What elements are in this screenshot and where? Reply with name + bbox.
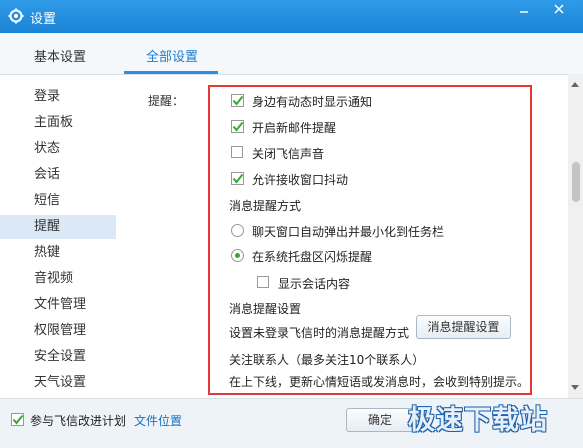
heading-notify-settings: 消息提醒设置 bbox=[229, 302, 302, 316]
checkbox-new-mail[interactable] bbox=[231, 120, 244, 133]
window-title: 设置 bbox=[30, 12, 57, 27]
label-new-mail: 开启新邮件提醒 bbox=[252, 121, 337, 135]
notify-settings-button[interactable]: 消息提醒设置 bbox=[416, 315, 511, 339]
watermark-logo: 极速下载站 bbox=[408, 405, 548, 436]
checkbox-improve-program[interactable] bbox=[11, 413, 24, 426]
label-improve-program: 参与飞信改进计划 bbox=[30, 414, 127, 428]
checkmark-icon bbox=[11, 413, 24, 426]
radio-popup-minimize[interactable] bbox=[231, 224, 244, 237]
checkmark-icon bbox=[231, 172, 244, 185]
scroll-up-icon[interactable] bbox=[570, 77, 580, 91]
minimize-icon[interactable] bbox=[515, 3, 533, 19]
label-window-shake: 允许接收窗口抖动 bbox=[252, 173, 349, 187]
sidebar-item-weather[interactable]: 天气设置 bbox=[0, 371, 116, 395]
scroll-down-icon[interactable] bbox=[570, 380, 580, 394]
checkbox-show-content[interactable] bbox=[257, 276, 269, 288]
label-nearby-activity: 身边有动态时显示通知 bbox=[252, 95, 373, 109]
sidebar-item-main-panel[interactable]: 主面板 bbox=[0, 111, 116, 135]
checkmark-icon bbox=[231, 94, 244, 107]
sidebar-item-reminder[interactable]: 提醒 bbox=[0, 215, 116, 239]
scrollbar-track[interactable] bbox=[568, 74, 583, 398]
scrollbar-thumb[interactable] bbox=[572, 162, 580, 202]
tab-basic-settings[interactable]: 基本设置 bbox=[34, 46, 86, 65]
active-tab-indicator bbox=[124, 71, 218, 74]
sidebar-item-login[interactable]: 登录 bbox=[0, 85, 116, 109]
label-mute-sound: 关闭飞信声音 bbox=[252, 147, 325, 161]
label-tray-flash: 在系统托盘区闪烁提醒 bbox=[252, 250, 373, 264]
sidebar-item-audio-video[interactable]: 音视频 bbox=[0, 267, 116, 291]
tab-bar: 基本设置 全部设置 bbox=[0, 33, 583, 75]
sidebar-item-file-management[interactable]: 文件管理 bbox=[0, 293, 116, 317]
heading-follow-contacts: 关注联系人（最多关注10个联系人） bbox=[229, 353, 425, 367]
sidebar: 登录 主面板 状态 会话 短信 提醒 热键 音视频 文件管理 权限管理 安全设置… bbox=[0, 74, 116, 398]
heading-notify-method: 消息提醒方式 bbox=[229, 199, 302, 213]
sidebar-item-sms[interactable]: 短信 bbox=[0, 189, 116, 213]
sidebar-item-session[interactable]: 会话 bbox=[0, 163, 116, 187]
label-show-content: 显示会话内容 bbox=[278, 277, 351, 291]
ok-button[interactable]: 确定 bbox=[346, 408, 414, 432]
checkbox-nearby-activity[interactable] bbox=[231, 94, 244, 107]
radio-tray-flash[interactable] bbox=[231, 249, 244, 262]
follow-contacts-description: 在上下线，更新心情短语或发消息时，会收到特别提示。 bbox=[229, 375, 530, 389]
checkbox-window-shake[interactable] bbox=[231, 172, 244, 185]
section-label-reminder: 提醒： bbox=[148, 94, 185, 108]
sidebar-item-permissions[interactable]: 权限管理 bbox=[0, 319, 116, 343]
close-icon[interactable] bbox=[550, 3, 568, 19]
file-location-link[interactable]: 文件位置 bbox=[134, 412, 182, 429]
sidebar-item-hotkey[interactable]: 热键 bbox=[0, 241, 116, 265]
checkmark-icon bbox=[231, 120, 244, 133]
sidebar-item-status[interactable]: 状态 bbox=[0, 137, 116, 161]
notify-settings-description: 设置未登录飞信时的消息提醒方式 bbox=[229, 326, 410, 340]
tab-all-settings[interactable]: 全部设置 bbox=[146, 46, 198, 65]
gear-icon bbox=[8, 8, 24, 24]
checkbox-mute-sound[interactable] bbox=[231, 146, 243, 158]
sidebar-item-security[interactable]: 安全设置 bbox=[0, 345, 116, 369]
label-popup-minimize: 聊天窗口自动弹出并最小化到任务栏 bbox=[252, 225, 445, 239]
title-bar: 设置 bbox=[0, 0, 583, 33]
